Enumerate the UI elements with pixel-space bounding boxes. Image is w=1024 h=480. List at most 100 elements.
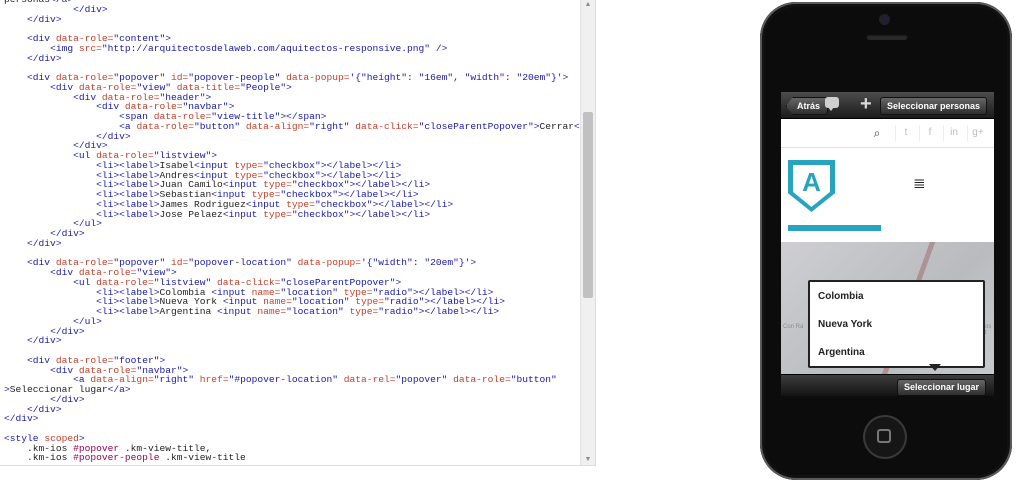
code-line[interactable]: >Seleccionar lugar</a> [4, 384, 595, 395]
code-token: <li><label> [96, 208, 160, 220]
code-token: > [470, 257, 477, 269]
social-bar: ⌕ t f in g+ [781, 119, 994, 148]
code-line[interactable]: </div> [4, 335, 595, 347]
code-token: "button" [194, 120, 241, 132]
search-icon[interactable]: ⌕ [867, 125, 887, 141]
code-token: </div> [27, 52, 62, 64]
camera-icon [881, 16, 888, 23]
code-token: '{"height": "16em", "width": "20em"}' [349, 72, 563, 83]
code-text[interactable]: personas</a> </div> </div> <div data-rol… [4, 0, 595, 464]
location-option-argentina[interactable]: Argentina [818, 347, 865, 358]
code-token: "button" [510, 374, 557, 386]
code-line[interactable]: </div> [4, 3, 595, 15]
code-token: "http://arquitectosdelaweb.com/aquitecto… [101, 42, 431, 54]
code-token: #popover-people [73, 452, 160, 464]
code-token: '{"width": "20em"}' [361, 257, 471, 269]
location-option-colombia[interactable]: Colombia [818, 291, 864, 302]
code-token: data-click= [349, 120, 419, 132]
hero-caption-left: Con Ra [783, 324, 804, 330]
speaker-grille [866, 34, 908, 40]
accent-bar [788, 225, 881, 231]
googleplus-icon[interactable]: g+ [967, 125, 988, 141]
scroll-up-icon[interactable]: ▲ [583, 1, 593, 9]
code-token: Cerrar [539, 120, 575, 132]
logo-letter: A [802, 167, 821, 197]
iphone-mockup: Atrás + Seleccionar personas ⌕ t f in g+… [760, 2, 1012, 480]
code-token: </div> [73, 3, 108, 15]
code-token: data-align= [240, 120, 310, 132]
code-token: "#popover-location" [228, 374, 338, 386]
code-line[interactable]: </div> [4, 326, 595, 337]
code-line[interactable]: </div> [4, 237, 595, 249]
add-icon[interactable]: + [860, 94, 872, 114]
code-token: Jose Pelaez [159, 208, 223, 220]
code-token: type= [343, 306, 379, 317]
code-token: Argentina [159, 306, 218, 317]
code-token: > [562, 72, 569, 83]
code-line[interactable] [4, 424, 595, 434]
code-token: "location" [286, 306, 344, 317]
code-token: ></label></li> [418, 306, 500, 317]
code-token: name= [257, 306, 287, 317]
code-token: data-popup= [291, 257, 361, 269]
site-logo[interactable]: A [788, 160, 835, 212]
code-token: </div> [27, 13, 62, 25]
code-line[interactable]: </ul> [4, 316, 595, 327]
code-token: </div> [27, 335, 62, 347]
code-token: "right" [309, 120, 350, 132]
facebook-icon[interactable]: f [919, 125, 940, 141]
code-token: data-role= [447, 374, 511, 386]
code-token: data-role= [136, 120, 195, 132]
app-footer: Seleccionar lugar [781, 374, 994, 396]
scroll-thumb[interactable] [583, 112, 593, 298]
code-token: ></label></li> [349, 208, 431, 220]
code-token: "radio" [378, 306, 419, 317]
code-line[interactable]: </div> [4, 229, 595, 239]
linkedin-icon[interactable]: in [943, 125, 964, 141]
editor-scrollbar[interactable]: ▲ ▼ [580, 0, 595, 465]
code-token: "popover-location" [188, 257, 292, 269]
chat-bubble-icon[interactable] [825, 97, 839, 111]
twitter-icon[interactable]: t [895, 125, 916, 141]
code-line[interactable]: <img src="http://arquitectosdelaweb.com/… [4, 42, 595, 54]
site-header: A ≣ [781, 148, 994, 228]
scroll-down-icon[interactable]: ▼ [583, 456, 593, 464]
code-token: <input [222, 208, 264, 220]
code-token: </a> [107, 384, 131, 395]
code-token: "checkbox" [291, 208, 350, 220]
code-line[interactable]: .km-ios #popover-people .km-view-title [4, 452, 595, 464]
location-option-nueva-york[interactable]: Nueva York [818, 319, 872, 330]
code-token: > [286, 81, 292, 93]
code-line[interactable]: </div> [4, 414, 595, 424]
logo-inner: A [793, 165, 830, 207]
code-token: data-rel= [337, 374, 396, 386]
code-token: .km-ios [4, 452, 74, 464]
hero-caption-right: os t [985, 324, 992, 336]
code-line[interactable]: </div> [4, 52, 595, 64]
phone-screen: Atrás + Seleccionar personas ⌕ t f in g+… [781, 92, 994, 396]
code-line[interactable]: </div> [4, 404, 595, 415]
code-line[interactable]: </ul> [4, 219, 595, 229]
code-token: src= [78, 42, 102, 54]
code-editor[interactable]: personas</a> </div> </div> <div data-rol… [0, 0, 596, 466]
popover-arrow [929, 364, 941, 371]
app-navbar: Atrás + Seleccionar personas [781, 92, 994, 119]
code-token: "right" [153, 374, 195, 386]
select-people-button[interactable]: Seleccionar personas [880, 97, 988, 115]
code-token: href= [194, 374, 229, 386]
home-button[interactable] [863, 415, 907, 459]
code-token: <input [217, 306, 258, 317]
code-line[interactable]: </div> [4, 13, 595, 25]
back-button[interactable]: Atrás [786, 97, 829, 115]
location-popover: Colombia Nueva York Argentina [808, 280, 985, 368]
code-line[interactable]: </div> [4, 394, 595, 405]
code-token: <li><label> [96, 306, 160, 317]
code-token: </div> [27, 237, 62, 249]
select-place-button[interactable]: Seleccionar lugar [897, 379, 987, 396]
code-token: "People" [240, 81, 287, 93]
home-square-icon [877, 429, 891, 443]
code-token: "closeParentPopover" [418, 120, 534, 132]
code-token: /> [430, 42, 448, 54]
menu-icon[interactable]: ≣ [913, 176, 926, 191]
code-token: type= [263, 208, 292, 220]
